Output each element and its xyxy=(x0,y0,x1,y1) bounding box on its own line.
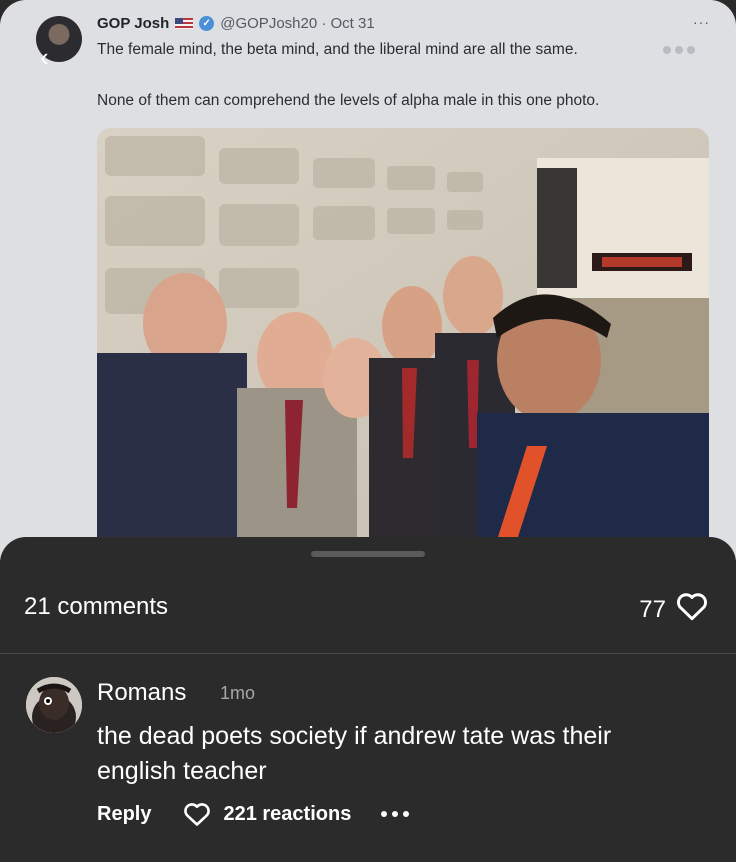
reply-button[interactable]: Reply xyxy=(97,803,151,826)
loading-dots-icon xyxy=(663,46,695,54)
comment-time: 1mo xyxy=(220,683,256,703)
heart-icon[interactable] xyxy=(676,591,708,628)
us-flag-icon xyxy=(175,18,194,29)
tweet-more-icon[interactable]: ··· xyxy=(693,14,710,30)
tweet-header: GOP Josh ✓ @GOPJosh20 · Oct 31 xyxy=(97,15,375,32)
commenter-avatar[interactable] xyxy=(26,677,82,733)
post-likes: 77 xyxy=(639,591,708,628)
tweet-handle-date: @GOPJosh20 · Oct 31 xyxy=(220,15,375,32)
back-chevron-icon[interactable]: ‹ xyxy=(40,44,49,70)
tweet-text-line1: The female mind, the beta mind, and the … xyxy=(97,41,578,58)
reactions-count[interactable]: 221 reactions xyxy=(223,803,351,826)
tweet-text-line2: None of them can comprehend the levels o… xyxy=(97,92,600,109)
likes-count: 77 xyxy=(639,595,666,623)
tweet-author-name[interactable]: GOP Josh xyxy=(97,15,169,32)
comments-sheet: 21 comments 77 Romans 1mo the dead poets… xyxy=(0,537,736,862)
reaction-heart-icon[interactable] xyxy=(183,801,211,827)
tweet-photo[interactable] xyxy=(97,128,709,540)
verified-badge-icon: ✓ xyxy=(199,16,215,31)
commenter-name[interactable]: Romans xyxy=(97,679,186,707)
divider xyxy=(0,653,736,654)
tweet-card: ‹ GOP Josh ✓ @GOPJosh20 · Oct 31 ··· The… xyxy=(0,0,736,560)
comments-count: 21 comments xyxy=(24,593,169,620)
comment-text: the dead poets society if andrew tate wa… xyxy=(97,722,612,785)
comment-actions: Reply 221 reactions xyxy=(97,801,410,827)
sheet-grabber-handle[interactable] xyxy=(311,551,425,557)
comment-more-icon[interactable] xyxy=(381,811,410,817)
